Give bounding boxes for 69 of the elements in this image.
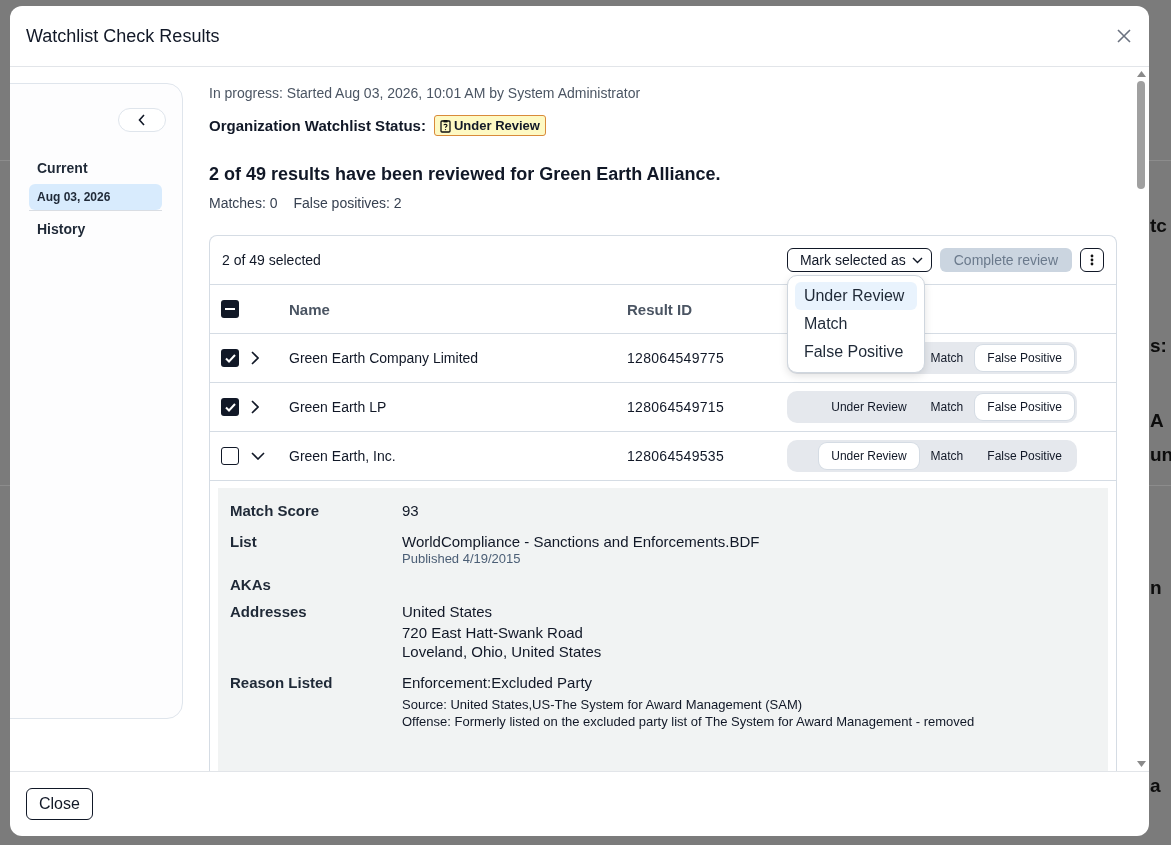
detail-label: Reason Listed xyxy=(230,674,334,693)
menu-item[interactable]: Match xyxy=(794,310,917,338)
segment-option[interactable]: Match xyxy=(918,345,976,371)
table-cell-text: 128064549715 xyxy=(627,399,726,415)
sidebar-heading: Current xyxy=(37,160,89,176)
close-icon[interactable] xyxy=(1117,29,1131,43)
segment-option[interactable]: Match xyxy=(918,394,976,420)
menu-item[interactable]: False Positive xyxy=(794,338,917,366)
segment-option[interactable]: False Positive xyxy=(975,394,1074,420)
expand-chevron-icon[interactable] xyxy=(251,351,259,365)
dialog-title: Watchlist Check Results xyxy=(26,25,220,47)
progress-note: In progress: Started Aug 03, 2026, 10:01 AM by System Administrator xyxy=(209,85,642,101)
background-text: n xyxy=(1150,576,1162,600)
check-icon xyxy=(224,353,236,363)
detail-label: Match Score xyxy=(230,502,321,521)
more-options-button[interactable] xyxy=(1080,248,1104,272)
column-header: Name xyxy=(289,300,331,318)
select-all-checkbox[interactable] xyxy=(221,300,239,318)
row-checkbox[interactable] xyxy=(221,349,239,367)
segment-option[interactable]: Match xyxy=(918,443,976,469)
detail-value: Enforcement:Excluded Party xyxy=(402,674,594,691)
detail-value: Source: United States,US-The System for Award Management (SAM) xyxy=(402,697,804,712)
chevron-down-icon xyxy=(911,256,923,264)
detail-value: Published 4/19/2015 xyxy=(402,551,522,566)
detail-value: Loveland, Ohio, United States xyxy=(402,643,602,660)
detail-value: 93 xyxy=(402,502,419,519)
scroll-up-icon[interactable] xyxy=(1136,71,1146,77)
vertical-dots-icon xyxy=(1090,254,1094,266)
mark-selected-dropdown[interactable]: Mark selected as xyxy=(786,248,932,272)
selection-count: 2 of 49 selected xyxy=(222,252,321,268)
close-button[interactable]: Close xyxy=(26,788,93,820)
segment-option[interactable]: False Positive xyxy=(975,443,1074,469)
detail-value: United States xyxy=(402,603,494,620)
detail-value: Offense: Formerly listed on the excluded party list of The System for Award Management - removed xyxy=(402,714,975,729)
chevron-left-icon xyxy=(138,114,146,126)
table-cell-text: 128064549535 xyxy=(627,448,726,464)
table-cell-text: 128064549775 xyxy=(627,350,726,366)
segment-option[interactable]: Under Review xyxy=(819,443,919,469)
detail-label: Addresses xyxy=(230,603,308,622)
row-checkbox[interactable] xyxy=(221,447,239,465)
scrollbar-thumb[interactable] xyxy=(1137,81,1145,189)
sidebar-item[interactable]: Aug 03, 2026 xyxy=(29,184,162,210)
background-text: tc xyxy=(1150,214,1167,238)
summary-heading: 2 of 49 results have been reviewed for Green Earth Alliance. xyxy=(209,164,722,185)
detail-value: 720 East Hatt-Swank Road xyxy=(402,624,584,641)
table-cell-text: Green Earth, Inc. xyxy=(289,448,397,464)
table-cell-text: Green Earth Company Limited xyxy=(289,350,480,366)
sidebar-heading: History xyxy=(37,221,87,237)
detail-label: List xyxy=(230,533,258,552)
background-text: a xyxy=(1150,774,1161,798)
background-text: A xyxy=(1150,409,1164,433)
status-label: Organization Watchlist Status: xyxy=(209,117,426,134)
column-header: Result ID xyxy=(627,300,693,318)
collapse-chevron-icon[interactable] xyxy=(251,452,265,460)
status-badge: Under Review xyxy=(433,115,546,136)
detail-label: AKAs xyxy=(230,576,272,593)
row-checkbox[interactable] xyxy=(221,398,239,416)
menu-item[interactable]: Under Review xyxy=(794,282,917,310)
check-icon xyxy=(224,402,236,412)
table-cell-text: Green Earth LP xyxy=(289,399,388,415)
segment-option[interactable]: Under Review xyxy=(819,394,919,420)
expand-chevron-icon[interactable] xyxy=(251,400,259,414)
detail-value: WorldCompliance - Sanctions and Enforcements.BDF xyxy=(402,533,760,550)
segment-option[interactable]: False Positive xyxy=(975,345,1074,371)
dash-icon xyxy=(225,308,235,310)
false-positives-count: False positives: 2 xyxy=(293,195,402,211)
matches-count: Matches: 0 xyxy=(209,195,278,211)
scroll-down-icon[interactable] xyxy=(1136,761,1146,767)
background-text: s: xyxy=(1150,334,1167,358)
